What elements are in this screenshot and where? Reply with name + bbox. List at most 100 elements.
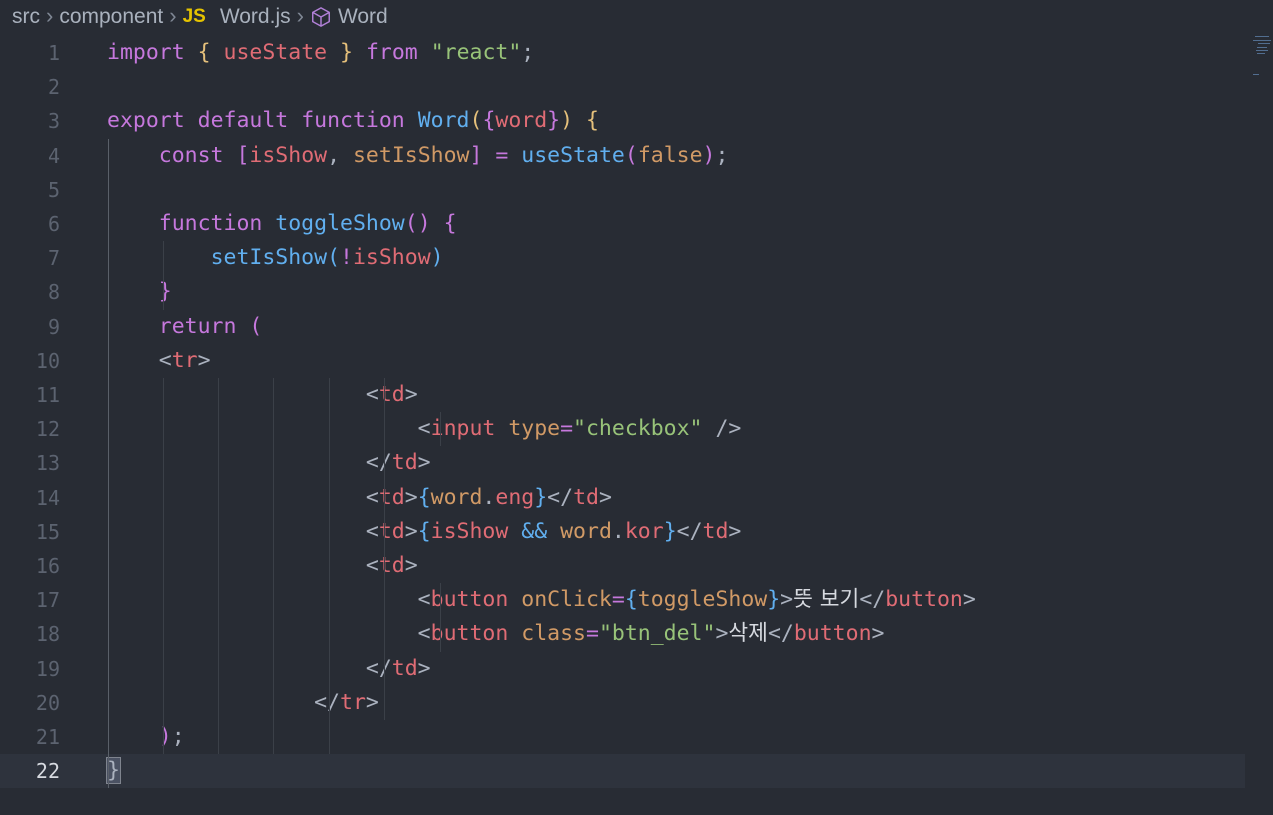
code-line[interactable]: 7 setIsShow(!isShow) [0, 241, 1245, 275]
code-text: <tr> [107, 344, 211, 378]
javascript-file-icon: JS [182, 6, 206, 27]
line-number: 11 [35, 383, 60, 407]
code-token: } [534, 484, 548, 510]
code-line[interactable]: 8 } [0, 275, 1245, 309]
indent-guide [329, 378, 330, 755]
symbol-component-icon [311, 7, 330, 27]
code-token: ( [327, 245, 341, 271]
breadcrumb-item-src[interactable]: src [12, 5, 40, 29]
code-text: <button onClick={toggleShow}>뜻 보기</butto… [107, 583, 976, 617]
code-token: tr [340, 689, 366, 715]
code-token: isShow [249, 142, 328, 168]
code-token: ) [158, 724, 172, 749]
code-token: < [365, 484, 379, 510]
code-token: [ [236, 142, 250, 168]
code-token: "checkbox" [573, 416, 703, 442]
code-token: setIsShow [210, 245, 328, 271]
code-line[interactable]: 1 import { useState } from "react"; [0, 36, 1245, 70]
code-token: Word [417, 108, 470, 134]
code-line[interactable]: 19 </td> [0, 652, 1245, 686]
code-line[interactable]: 15 <td>{isShow && word.kor}</td> [0, 515, 1245, 549]
code-line[interactable]: 10 <tr> [0, 344, 1245, 378]
breadcrumb-item-component[interactable]: component [59, 5, 163, 29]
code-line[interactable]: 12 <input type="checkbox" /> [0, 412, 1245, 446]
code-token: > [728, 518, 742, 544]
line-number: 4 [47, 143, 60, 168]
code-text: <td> [107, 549, 418, 583]
line-number: 17 [35, 588, 60, 613]
code-line[interactable]: 4 const [isShow, setIsShow] = useState(f… [0, 139, 1245, 173]
code-token: isShow [430, 518, 509, 544]
code-token: ; [521, 40, 535, 65]
code-line[interactable]: 17 <button onClick={toggleShow}>뜻 보기</bu… [0, 583, 1245, 617]
code-text: const [isShow, setIsShow] = useState(fal… [107, 139, 729, 173]
minimap[interactable] [1251, 34, 1273, 94]
code-line[interactable]: 3 export default function Word({word}) { [0, 104, 1245, 138]
code-token: > [365, 689, 379, 715]
indent-guide [163, 241, 164, 310]
code-editor[interactable]: 1 import { useState } from "react"; 2 3 expo… [0, 36, 1273, 808]
code-line[interactable]: 6 function toggleShow() { [0, 207, 1245, 241]
code-line[interactable]: 13 </td> [0, 446, 1245, 480]
code-token: function [158, 211, 263, 236]
code-token: td [573, 484, 599, 510]
code-token: useState [223, 40, 328, 65]
code-token: ( [469, 108, 483, 134]
code-text: setIsShow(!isShow) [107, 241, 444, 275]
code-line[interactable]: 11 <td> [0, 378, 1245, 412]
code-line[interactable]: 16 <td> [0, 549, 1245, 583]
code-token: > [598, 484, 612, 510]
code-token: export [107, 108, 185, 134]
code-token: > [417, 450, 431, 476]
breadcrumb: src › component › JS Word.js › Word [0, 0, 1273, 34]
code-token: class [521, 621, 586, 647]
code-token: setIsShow [352, 142, 470, 168]
code-token: ( [624, 142, 638, 168]
code-text: return ( [107, 310, 263, 344]
code-line[interactable]: 2 [0, 70, 1245, 104]
code-line[interactable]: 9 return ( [0, 310, 1245, 344]
code-token: && [521, 518, 548, 544]
code-token: ) [702, 142, 716, 168]
code-token: onClick [521, 587, 612, 613]
breadcrumb-item-symbol[interactable]: Word [338, 5, 388, 29]
code-token: useState [521, 142, 625, 168]
code-token: ; [715, 142, 729, 168]
chevron-right-icon: › [169, 3, 177, 28]
line-number: 12 [35, 417, 60, 442]
code-line[interactable]: 20 </tr> [0, 686, 1245, 720]
code-token: word [495, 108, 548, 134]
code-token: } [663, 518, 677, 544]
code-line[interactable]: 18 <button class="btn_del">삭제</button> [0, 617, 1245, 651]
code-token: ; [171, 724, 185, 749]
code-token: tr [171, 347, 198, 373]
code-token: < [365, 382, 379, 407]
code-text: <td>{word.eng}</td> [107, 481, 612, 515]
code-line[interactable]: 5 [0, 173, 1245, 207]
code-token: toggleShow [275, 211, 405, 236]
code-line[interactable]: 21 ); [0, 720, 1245, 754]
code-token: < [417, 416, 431, 442]
code-token: } [547, 108, 561, 134]
code-token: td [378, 518, 405, 544]
code-token: false [637, 142, 703, 168]
line-number: 8 [47, 280, 60, 305]
code-token: kor [624, 518, 664, 544]
code-token: ) [430, 245, 444, 271]
line-number: 13 [35, 451, 60, 476]
line-number: 5 [47, 177, 60, 202]
code-line[interactable]: 14 <td>{word.eng}</td> [0, 481, 1245, 515]
code-line[interactable]: 22} [0, 754, 1245, 789]
code-token: ] [469, 142, 483, 168]
breadcrumb-item-file[interactable]: Word.js [220, 5, 291, 29]
